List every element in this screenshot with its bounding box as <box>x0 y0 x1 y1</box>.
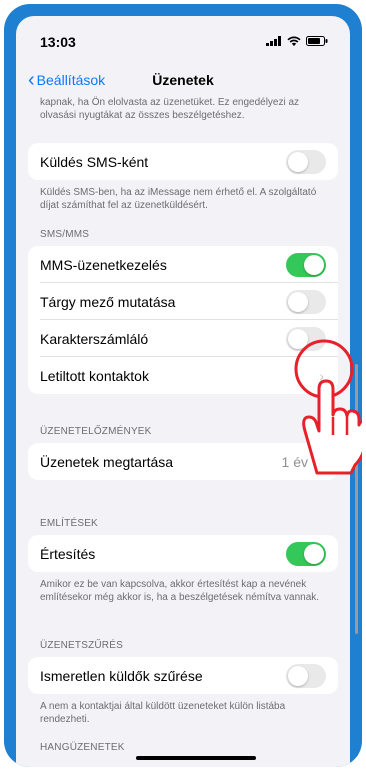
wifi-icon <box>287 36 301 46</box>
signal-icon <box>266 36 281 46</box>
mentions-card: Értesítés <box>28 535 338 572</box>
filter-note: A nem a kontaktjai által küldött üzenete… <box>40 701 286 725</box>
notify-me-row: Értesítés <box>28 535 338 572</box>
show-subject-toggle[interactable] <box>286 289 326 314</box>
audio-header: HANGÜZENETEK <box>40 742 125 753</box>
filter-unknown-toggle[interactable] <box>286 663 326 688</box>
history-header: ÜZENETELŐZMÉNYEK <box>40 426 152 437</box>
toggle-knob <box>288 151 308 172</box>
filter-unknown-row: Ismeretlen küldők szűrése <box>28 657 338 694</box>
filter-header: ÜZENETSZŰRÉS <box>40 640 123 651</box>
show-subject-label: Tárgy mező mutatása <box>40 293 176 310</box>
filter-unknown-label: Ismeretlen küldők szűrése <box>40 667 203 684</box>
status-bar: 13:03 <box>16 16 350 60</box>
smsmms-header: SMS/MMS <box>40 229 90 240</box>
home-indicator <box>136 756 256 760</box>
send-as-sms-row: Küldés SMS-ként <box>28 143 338 180</box>
mms-messaging-row: MMS-üzenetkezelés <box>28 246 338 283</box>
read-receipts-note: kapnak, ha Ön elolvasta az üzenetüket. E… <box>40 97 300 121</box>
status-time: 13:03 <box>40 34 76 50</box>
filter-card: Ismeretlen küldők szűrése <box>28 657 338 694</box>
character-count-label: Karakterszámláló <box>40 330 149 347</box>
toggle-knob <box>304 543 324 564</box>
notify-me-label: Értesítés <box>40 545 96 562</box>
sms-card: Küldés SMS-ként <box>28 143 338 180</box>
tap-hand-icon <box>294 339 362 475</box>
status-icons <box>266 36 328 46</box>
send-as-sms-label: Küldés SMS-ként <box>40 153 149 170</box>
mms-messaging-label: MMS-üzenetkezelés <box>40 256 167 273</box>
battery-icon <box>306 36 328 46</box>
notify-me-toggle[interactable] <box>286 541 326 566</box>
keep-messages-label: Üzenetek megtartása <box>40 453 174 470</box>
toggle-knob <box>288 291 308 312</box>
mentions-header: EMLÍTÉSEK <box>40 518 98 529</box>
send-as-sms-toggle[interactable] <box>286 149 326 174</box>
sms-note: Küldés SMS-ben, ha az iMessage nem érhet… <box>40 187 317 211</box>
toggle-knob <box>304 254 324 275</box>
device-frame: 13:03 ‹ Beállítások Üzenetek kapnak, ha … <box>4 4 362 767</box>
mentions-note: Amikor ez be van kapcsolva, akkor értesí… <box>40 579 320 603</box>
toggle-knob <box>288 665 308 686</box>
mms-messaging-toggle[interactable] <box>286 252 326 277</box>
page-title: Üzenetek <box>152 72 214 88</box>
blocked-contacts-label: Letiltott kontaktok <box>40 367 149 384</box>
show-subject-row: Tárgy mező mutatása <box>28 283 338 320</box>
